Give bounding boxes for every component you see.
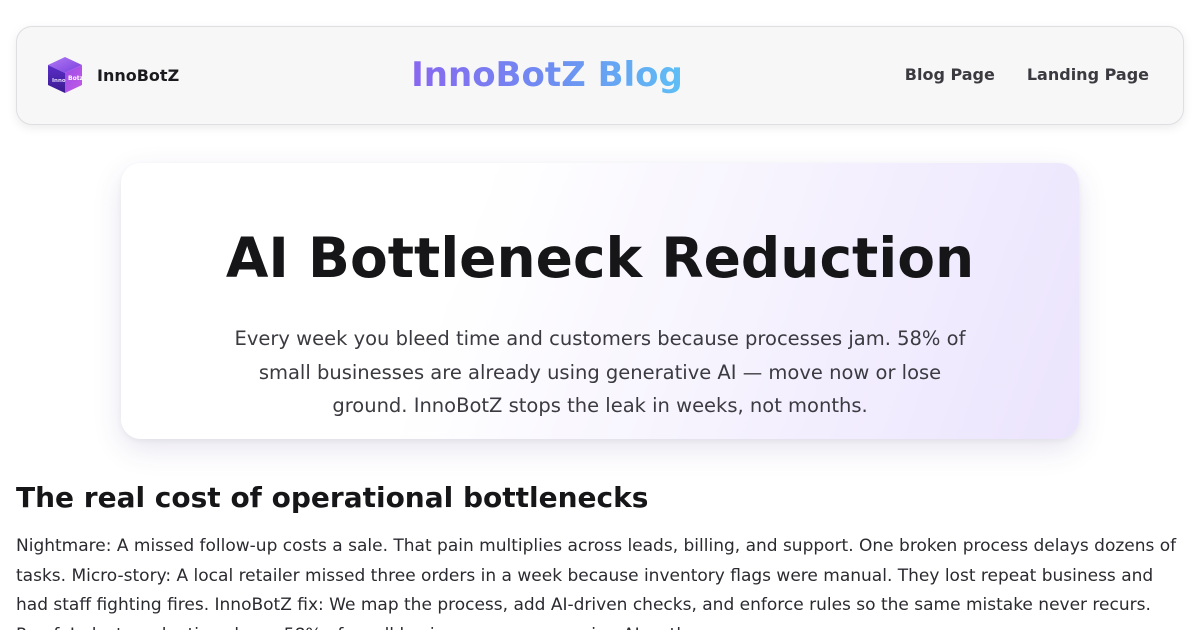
main-nav: Blog Page Landing Page — [905, 64, 1149, 86]
site-header: Inno Botz InnoBotZ InnoBotZ Blog Blog Pa… — [16, 26, 1184, 125]
section-heading: The real cost of operational bottlenecks — [16, 481, 649, 514]
blog-title[interactable]: InnoBotZ Blog — [397, 53, 697, 97]
section-paragraph: Nightmare: A missed follow-up costs a sa… — [16, 536, 1177, 630]
hero-card: AI Bottleneck Reduction Every week you b… — [121, 163, 1079, 439]
brand-name: InnoBotZ — [97, 65, 180, 85]
svg-text:Inno: Inno — [52, 78, 66, 84]
logo-icon: Inno Botz — [48, 57, 84, 93]
hero-title: AI Bottleneck Reduction — [225, 226, 975, 290]
hero-subtitle: Every week you bleed time and customers … — [234, 327, 966, 417]
svg-text:Botz: Botz — [68, 75, 84, 82]
brand[interactable]: Inno Botz InnoBotZ — [45, 55, 179, 95]
nav-link-landing-page[interactable]: Landing Page — [1027, 64, 1149, 86]
nav-link-blog-page[interactable]: Blog Page — [905, 64, 995, 86]
